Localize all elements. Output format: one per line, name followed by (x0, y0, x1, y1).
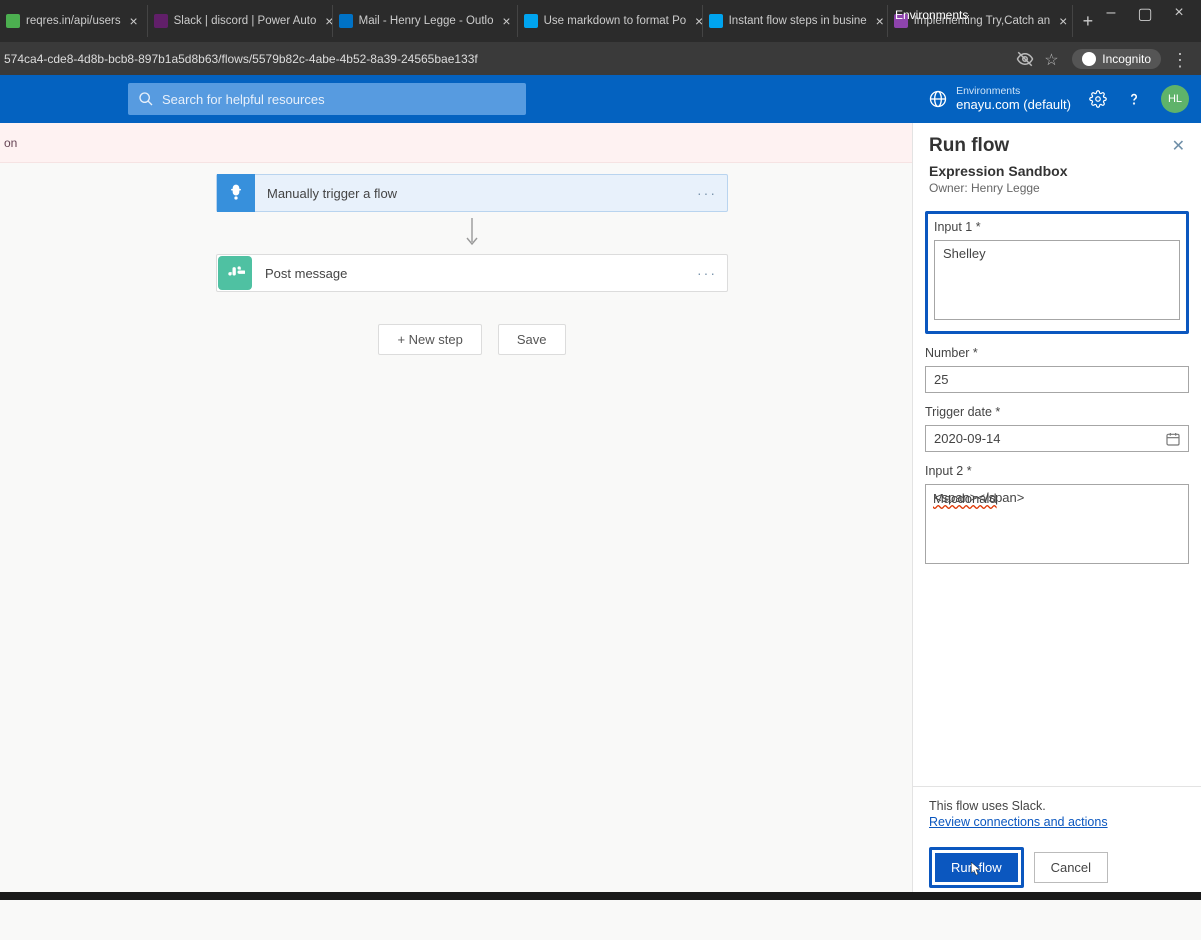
trigger-step[interactable]: Manually trigger a flow ··· (216, 174, 728, 212)
save-button[interactable]: Save (498, 324, 566, 355)
browser-tab-strip: reqres.in/api/users × Slack | discord | … (0, 0, 1201, 42)
menu-icon[interactable]: ⋮ (1171, 50, 1189, 68)
globe-icon (928, 89, 948, 109)
app-header: Environments enayu.com (default) HL (0, 75, 1201, 123)
date-label: Trigger date * (925, 405, 1189, 419)
favicon-icon (6, 14, 20, 28)
incognito-label: Incognito (1102, 52, 1151, 66)
favicon-icon (709, 14, 723, 28)
star-icon[interactable]: ☆ (1044, 50, 1062, 68)
trigger-label: Manually trigger a flow (267, 186, 397, 201)
environments-overlay-label: Environments (895, 8, 968, 22)
favicon-icon (339, 14, 353, 28)
eye-off-icon[interactable] (1016, 50, 1034, 68)
tab-title: reqres.in/api/users (26, 15, 121, 27)
cancel-button[interactable]: Cancel (1034, 852, 1108, 883)
close-icon[interactable]: × (127, 14, 141, 28)
date-group: Trigger date * (925, 405, 1189, 452)
browser-tab[interactable]: reqres.in/api/users × (0, 5, 148, 37)
environment-picker[interactable]: Environments enayu.com (default) (928, 86, 1071, 112)
panel-footer: This flow uses Slack. Review connections… (913, 786, 1201, 900)
action-step[interactable]: Post message ··· (216, 254, 728, 292)
close-icon[interactable]: × (873, 14, 887, 28)
close-icon[interactable]: × (1056, 14, 1070, 28)
tab-title: Use markdown to format Po (544, 15, 687, 27)
number-field[interactable] (925, 366, 1189, 393)
close-icon[interactable]: × (692, 14, 702, 28)
browser-tab[interactable]: Use markdown to format Po × (518, 5, 703, 37)
maximize-icon[interactable]: ▢ (1131, 4, 1159, 24)
connector-arrow (216, 218, 728, 248)
input2-label: Input 2 * (925, 464, 1189, 478)
help-icon[interactable] (1125, 90, 1143, 108)
gear-icon[interactable] (1089, 90, 1107, 108)
close-icon[interactable]: × (322, 14, 332, 28)
incognito-icon (1082, 52, 1096, 66)
tab-title: Mail - Henry Legge - Outlo (359, 15, 494, 27)
panel-title: Run flow (929, 135, 1009, 157)
env-value: enayu.com (default) (956, 98, 1071, 112)
date-field[interactable] (925, 425, 1189, 452)
number-group: Number * (925, 346, 1189, 393)
number-label: Number * (925, 346, 1189, 360)
review-connections-link[interactable]: Review connections and actions (929, 815, 1108, 829)
tab-title: Slack | discord | Power Auto (174, 15, 317, 27)
input1-group: Input 1 * Shelley (925, 211, 1189, 334)
trigger-icon (217, 174, 255, 212)
window-close-icon[interactable]: × (1165, 4, 1193, 24)
panel-subtitle: Expression Sandbox (929, 163, 1185, 179)
browser-tab[interactable]: Mail - Henry Legge - Outlo × (333, 5, 518, 37)
address-bar: 574ca4-cde8-4d8b-bcb8-897b1a5d8b63/flows… (0, 42, 1201, 75)
cursor-icon (969, 861, 983, 877)
slack-icon (218, 256, 252, 290)
search-input[interactable] (162, 92, 516, 107)
more-icon[interactable]: ··· (697, 265, 717, 281)
minimize-icon[interactable]: – (1097, 4, 1125, 24)
close-panel-icon[interactable]: ✕ (1172, 136, 1185, 156)
favicon-icon (154, 14, 168, 28)
tab-title: Instant flow steps in busine (729, 15, 867, 27)
env-label: Environments (956, 86, 1071, 98)
more-icon[interactable]: ··· (697, 185, 717, 201)
run-flow-button[interactable]: Run flow (935, 853, 1018, 882)
taskbar (0, 892, 1201, 900)
favicon-icon (524, 14, 538, 28)
notification-text: on (4, 136, 17, 150)
close-icon[interactable]: × (499, 14, 513, 28)
incognito-chip[interactable]: Incognito (1072, 49, 1161, 69)
run-flow-highlight: Run flow (929, 847, 1024, 888)
search-icon (138, 91, 154, 107)
input2-field[interactable]: <span></span> (925, 484, 1189, 564)
avatar[interactable]: HL (1161, 85, 1189, 113)
input1-label: Input 1 * (934, 220, 1180, 234)
url-text[interactable]: 574ca4-cde8-4d8b-bcb8-897b1a5d8b63/flows… (0, 52, 1016, 66)
browser-tab[interactable]: Instant flow steps in busine × (703, 5, 888, 37)
new-step-button[interactable]: + New step (378, 324, 481, 355)
action-label: Post message (265, 266, 347, 281)
panel-owner: Owner: Henry Legge (929, 181, 1185, 195)
input2-group: Input 2 * <span></span> Macdonald (925, 464, 1189, 572)
calendar-icon[interactable] (1165, 431, 1181, 447)
search-box[interactable] (128, 83, 526, 115)
input1-field[interactable]: Shelley (934, 240, 1180, 320)
run-flow-panel: Run flow ✕ Expression Sandbox Owner: Hen… (912, 123, 1201, 900)
footer-text: This flow uses Slack. (929, 799, 1185, 813)
browser-tab[interactable]: Slack | discord | Power Auto × (148, 5, 333, 37)
